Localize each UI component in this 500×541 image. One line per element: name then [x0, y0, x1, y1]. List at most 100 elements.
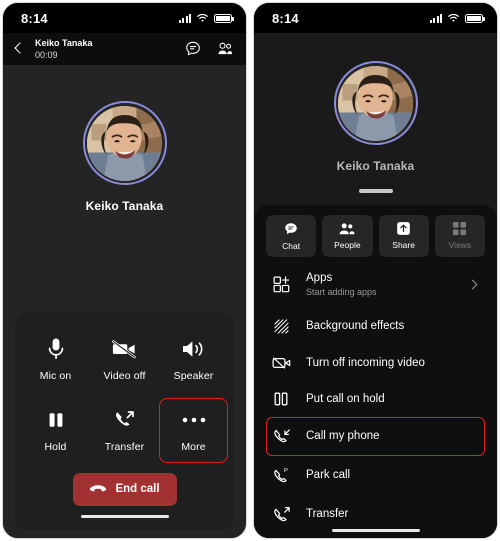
caller-name: Keiko Tanaka	[336, 159, 415, 173]
menu-item-title: Park call	[306, 469, 351, 482]
control-video[interactable]: Video off	[90, 327, 159, 392]
status-icon-group	[178, 13, 234, 23]
menu-item-background-effects[interactable]: Background effects	[266, 308, 485, 345]
menu-item-subtitle: Start adding apps	[306, 286, 377, 297]
avatar-photo	[87, 105, 162, 181]
right-phone-screen: 8:14 Keiko Tanaka Chat People Share View…	[254, 3, 497, 538]
menu-item-park-call[interactable]: P Park call	[266, 456, 485, 495]
end-call-icon	[90, 485, 107, 492]
menu-item-call-my-phone[interactable]: Call my phone	[266, 417, 485, 457]
apps-grid-icon	[270, 276, 292, 293]
cellular-bars-icon	[178, 13, 191, 23]
left-phone-screen: 8:14 Keiko Tanaka 00:09 Keiko Tanaka Mic…	[3, 3, 246, 538]
menu-item-title: Put call on hold	[306, 392, 385, 405]
background-effects-icon	[270, 318, 292, 335]
status-bar: 8:14	[254, 3, 497, 33]
battery-icon	[214, 13, 234, 23]
call-my-phone-icon	[270, 427, 292, 446]
menu-item-text: Turn off incoming video	[306, 356, 479, 370]
menu-item-apps[interactable]: Apps Start adding apps	[266, 261, 485, 309]
call-stage: Keiko Tanaka Mic on Video off Speaker Ho…	[3, 65, 246, 538]
grid-views-icon	[453, 221, 467, 236]
tab-share[interactable]: Share	[378, 214, 429, 257]
call-header-actions	[184, 40, 234, 58]
control-hold[interactable]: Hold	[21, 398, 90, 463]
sheet-tabs: Chat People Share Views	[266, 214, 485, 257]
action-menu: Apps Start adding apps Background effect…	[266, 261, 485, 535]
tab-chat[interactable]: Chat	[266, 214, 317, 257]
wifi-icon	[197, 13, 208, 22]
status-bar: 8:14	[3, 3, 246, 33]
status-icon-group	[429, 13, 485, 23]
tab-views[interactable]: Views	[434, 214, 485, 257]
control-label: Transfer	[104, 440, 145, 453]
menu-item-text: Call my phone	[306, 429, 479, 443]
sheet-drag-handle[interactable]	[358, 189, 393, 193]
svg-text:P: P	[283, 468, 287, 474]
avatar-ring	[333, 61, 418, 145]
status-time: 8:14	[272, 10, 299, 26]
menu-item-text: Park call	[306, 468, 479, 482]
wifi-icon	[448, 13, 459, 22]
call-transfer-icon	[113, 408, 137, 432]
call-contact-name: Keiko Tanaka	[35, 38, 93, 49]
menu-item-title: Apps	[306, 271, 333, 284]
status-time: 8:14	[21, 10, 48, 26]
menu-item-text: Background effects	[306, 319, 479, 333]
more-dots-icon	[181, 408, 207, 432]
pause-icon	[46, 408, 66, 432]
control-speaker[interactable]: Speaker	[159, 327, 228, 392]
end-call-label: End call	[115, 483, 160, 495]
call-controls-panel: Mic on Video off Speaker Hold Transfer M…	[15, 312, 234, 530]
menu-item-text: Transfer	[306, 507, 479, 521]
control-label: Speaker	[173, 369, 214, 382]
microphone-icon	[47, 337, 65, 361]
park-call-icon: P	[270, 466, 292, 485]
pause-icon	[270, 391, 292, 407]
control-more[interactable]: More	[159, 397, 228, 463]
avatar-photo	[338, 65, 413, 141]
share-up-icon	[397, 222, 410, 235]
call-transfer-icon	[270, 505, 292, 524]
control-label: Hold	[44, 440, 67, 453]
menu-item-text: Apps Start adding apps	[306, 271, 453, 299]
avatar	[87, 105, 162, 181]
battery-icon	[465, 13, 485, 23]
screenshot-stage: 8:14 Keiko Tanaka 00:09 Keiko Tanaka Mic…	[0, 0, 500, 541]
video-off-icon	[111, 337, 138, 361]
right-call-stage: Keiko Tanaka Chat People Share Views App…	[254, 33, 497, 538]
menu-item-text: Put call on hold	[306, 392, 479, 406]
control-label: Mic on	[39, 369, 72, 382]
control-label: More	[181, 440, 206, 453]
people-icon[interactable]	[216, 40, 234, 58]
tab-label: People	[334, 239, 361, 250]
call-duration: 00:09	[35, 49, 58, 60]
people-icon	[340, 222, 355, 234]
menu-item-put-call-on-hold[interactable]: Put call on hold	[266, 381, 485, 417]
end-call-button[interactable]: End call	[72, 472, 177, 506]
control-mic[interactable]: Mic on	[21, 327, 90, 392]
cellular-bars-icon	[429, 13, 442, 23]
menu-item-title: Background effects	[306, 320, 405, 333]
right-phone-frame: 8:14 Keiko Tanaka Chat People Share View…	[253, 2, 498, 539]
chat-bubble-icon[interactable]	[184, 40, 202, 58]
action-sheet: Chat People Share Views Apps Start addin…	[254, 204, 497, 538]
tab-label: Chat	[282, 240, 301, 251]
avatar-ring	[82, 101, 167, 185]
back-chevron-icon[interactable]	[11, 41, 27, 57]
menu-item-turn-off-incoming-video[interactable]: Turn off incoming video	[266, 345, 485, 381]
control-transfer[interactable]: Transfer	[90, 398, 159, 463]
control-label: Video off	[103, 369, 146, 382]
menu-item-title: Call my phone	[306, 430, 380, 443]
video-off-icon	[270, 355, 292, 371]
home-indicator	[331, 528, 420, 532]
tab-label: Views	[448, 240, 472, 250]
call-header: Keiko Tanaka 00:09	[3, 33, 246, 65]
menu-item-title: Turn off incoming video	[306, 356, 425, 369]
chevron-right-icon	[467, 278, 479, 290]
call-header-text: Keiko Tanaka 00:09	[35, 38, 176, 60]
left-phone-frame: 8:14 Keiko Tanaka 00:09 Keiko Tanaka Mic…	[2, 2, 247, 539]
tab-people[interactable]: People	[322, 214, 373, 257]
home-indicator	[80, 514, 169, 518]
call-controls-grid: Mic on Video off Speaker Hold Transfer M…	[21, 327, 228, 463]
